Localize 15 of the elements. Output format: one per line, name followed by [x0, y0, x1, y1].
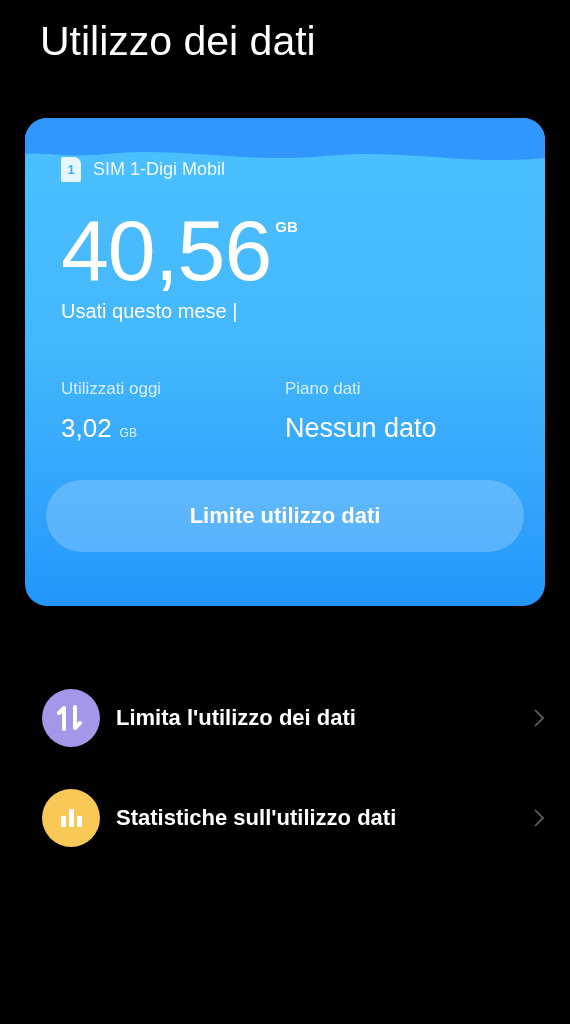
- stat-label: Utilizzati oggi: [61, 379, 163, 399]
- chevron-right-icon: [534, 809, 544, 827]
- menu-item[interactable]: Limita l'utilizzo dei dati: [0, 668, 570, 768]
- stat-value: 3,02: [61, 413, 112, 444]
- menu-item[interactable]: Statistiche sull'utilizzo dati: [0, 768, 570, 868]
- page-title: Utilizzo dei dati: [40, 17, 317, 66]
- usage-label: Usati questo mese |: [61, 300, 239, 323]
- sim-card-icon: 1: [61, 157, 81, 182]
- stat-unit: GB: [119, 426, 137, 440]
- chevron-right-icon: [534, 709, 544, 727]
- sim-name: SIM 1-Digi Mobil: [93, 159, 226, 180]
- stat-value: Nessun dato: [285, 413, 437, 444]
- stat-label: Piano dati: [285, 379, 362, 399]
- usage-unit: GB: [275, 218, 298, 235]
- usage-value: 40,56: [61, 202, 272, 298]
